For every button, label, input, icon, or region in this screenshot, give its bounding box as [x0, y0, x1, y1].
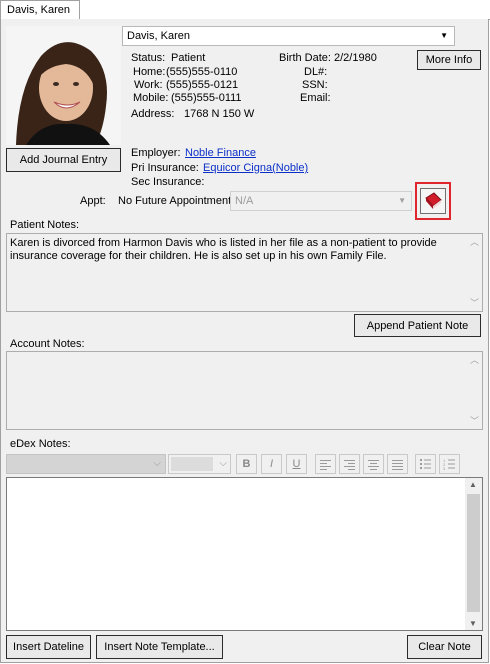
- address-value: 1768 N 150 W: [184, 108, 255, 120]
- employer-label: Employer:: [131, 147, 181, 159]
- patient-photo: [6, 26, 121, 145]
- patient-notes-label: Patient Notes:: [10, 219, 80, 231]
- pri-insurance-link[interactable]: Equicor Cigna(Noble): [203, 162, 308, 174]
- scroll-up-icon[interactable]: ︿: [470, 353, 479, 366]
- scroll-thumb[interactable]: [467, 494, 480, 612]
- scroll-down-icon[interactable]: ▼: [469, 619, 477, 628]
- clear-note-label: Clear Note: [418, 641, 471, 653]
- account-notes-label: Account Notes:: [10, 338, 85, 350]
- appt-label: Appt:: [80, 195, 106, 207]
- chevron-down-icon: ▼: [398, 196, 406, 205]
- patient-name-value: Davis, Karen: [127, 30, 190, 42]
- birth-date-label: Birth Date:: [279, 52, 331, 64]
- scroll-down-icon[interactable]: ﹀: [470, 296, 479, 309]
- align-right-icon: [344, 459, 355, 470]
- underline-button[interactable]: U: [286, 454, 307, 474]
- append-patient-note-label: Append Patient Note: [366, 319, 469, 332]
- status-label: Status:: [131, 52, 166, 64]
- pri-insurance-label: Pri Insurance:: [131, 162, 199, 174]
- underline-label: U: [292, 458, 301, 470]
- font-size-select[interactable]: ⌵: [168, 454, 231, 474]
- ssn-label: SSN:: [302, 79, 328, 91]
- bullet-list-icon: [420, 459, 431, 469]
- account-notes-textarea[interactable]: ︿ ﹀: [6, 351, 483, 430]
- birth-date-value: 2/2/1980: [334, 52, 377, 64]
- edex-notes-label: eDex Notes:: [10, 438, 71, 450]
- work-phone: (555)555-0121: [166, 79, 239, 91]
- align-center-icon: [368, 459, 379, 470]
- add-journal-entry-label: Add Journal Entry: [19, 154, 108, 166]
- numbered-list-icon: 123: [443, 458, 455, 470]
- email-label: Email:: [300, 92, 331, 104]
- patient-notes-scrollbar[interactable]: ︿ ﹀: [466, 234, 482, 311]
- numbered-list-button[interactable]: 123: [439, 454, 460, 474]
- italic-label: I: [269, 458, 274, 470]
- insert-dateline-button[interactable]: Insert Dateline: [6, 635, 91, 659]
- clear-note-button[interactable]: Clear Note: [407, 635, 482, 659]
- add-journal-entry-button[interactable]: Add Journal Entry: [6, 148, 121, 172]
- mobile-label: Mobile:: [133, 92, 169, 104]
- align-center-button[interactable]: [363, 454, 384, 474]
- bold-label: B: [242, 458, 251, 470]
- italic-button[interactable]: I: [261, 454, 282, 474]
- justify-button[interactable]: [387, 454, 408, 474]
- svg-text:3: 3: [443, 466, 446, 470]
- edex-notes-editor[interactable]: ▲ ▼: [6, 477, 483, 631]
- status-value: Patient: [171, 52, 206, 64]
- justify-icon: [392, 459, 403, 470]
- appointment-book-inner: [420, 188, 446, 214]
- align-left-button[interactable]: [315, 454, 336, 474]
- font-size-field: [171, 457, 213, 471]
- align-left-icon: [320, 459, 331, 470]
- appt-status: No Future Appointment: [118, 195, 232, 207]
- home-phone: (555)555-0110: [166, 66, 238, 78]
- bullet-list-button[interactable]: [415, 454, 436, 474]
- more-info-label: More Info: [425, 54, 473, 66]
- home-label: Home:: [133, 66, 166, 78]
- scroll-down-icon[interactable]: ﹀: [470, 414, 479, 427]
- font-family-select[interactable]: ⌵: [6, 454, 166, 474]
- tab-label: Davis, Karen: [7, 4, 70, 16]
- appointment-book-button[interactable]: [415, 182, 451, 220]
- book-icon: [425, 192, 442, 209]
- patient-notes-text: Karen is divorced from Harmon Davis who …: [10, 237, 437, 262]
- account-notes-scrollbar[interactable]: ︿ ﹀: [466, 352, 482, 429]
- patient-notes-textarea[interactable]: Karen is divorced from Harmon Davis who …: [6, 233, 483, 312]
- sec-insurance-label: Sec Insurance:: [131, 176, 205, 188]
- append-patient-note-button[interactable]: Append Patient Note: [354, 314, 481, 337]
- align-right-button[interactable]: [339, 454, 360, 474]
- patient-tab[interactable]: Davis, Karen: [0, 0, 80, 20]
- scroll-up-icon[interactable]: ︿: [470, 235, 479, 248]
- more-info-button[interactable]: More Info: [417, 50, 481, 70]
- dl-label: DL#:: [304, 66, 328, 78]
- chevron-down-icon: ⌵: [219, 458, 227, 469]
- insert-note-template-label: Insert Note Template...: [104, 641, 215, 653]
- work-label: Work:: [134, 79, 163, 91]
- address-label: Address:: [131, 108, 175, 120]
- mobile-phone: (555)555-0111: [171, 92, 242, 104]
- scroll-up-icon[interactable]: ▲: [469, 480, 477, 489]
- appt-select-value: N/A: [235, 195, 254, 207]
- chevron-down-icon: ⌵: [153, 458, 161, 469]
- chevron-down-icon: ▼: [440, 31, 448, 40]
- appt-select[interactable]: N/A ▼: [230, 191, 412, 211]
- insert-note-template-button[interactable]: Insert Note Template...: [96, 635, 223, 659]
- patient-name-select[interactable]: Davis, Karen ▼: [122, 26, 455, 46]
- bold-button[interactable]: B: [236, 454, 257, 474]
- insert-dateline-label: Insert Dateline: [13, 641, 84, 653]
- edex-notes-scrollbar[interactable]: ▲ ▼: [465, 478, 482, 630]
- employer-link[interactable]: Noble Finance: [185, 147, 256, 159]
